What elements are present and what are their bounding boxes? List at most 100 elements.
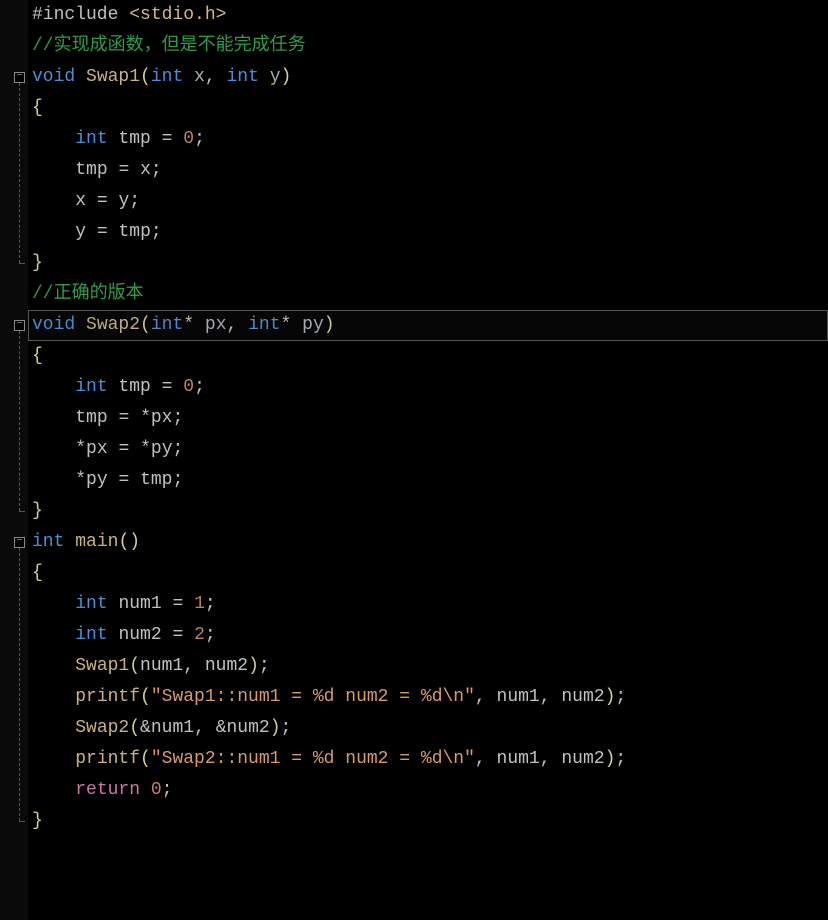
token-comment: //正确的版本 [32,284,144,304]
token-punct [86,222,97,242]
token-paren: ( [140,687,151,707]
token-punct [140,780,151,800]
token-punct: , [183,656,205,676]
token-punct [183,594,194,614]
code-line[interactable]: //实现成函数，但是不能完成任务 [28,31,828,62]
token-var: y [75,222,86,242]
code-line[interactable]: x = y; [28,186,828,217]
token-punct [172,129,183,149]
token-punct [151,377,162,397]
code-line[interactable]: int num2 = 2; [28,620,828,651]
token-num: 0 [183,129,194,149]
token-op: = [118,470,129,490]
token-return: return [75,780,140,800]
token-punct [129,160,140,180]
code-line[interactable]: *px = *py; [28,434,828,465]
token-type: int [227,67,259,87]
token-punct: , [205,67,227,87]
token-punct [108,439,119,459]
code-line[interactable]: int tmp = 0; [28,372,828,403]
code-line[interactable]: int main() [28,527,828,558]
token-type: int [151,67,183,87]
token-punct: ; [129,191,140,211]
code-line[interactable]: //正确的版本 [28,279,828,310]
token-num: 0 [183,377,194,397]
code-line[interactable]: return 0; [28,775,828,806]
token-brace: } [32,501,43,521]
code-line[interactable]: } [28,248,828,279]
token-punct [108,625,119,645]
token-op: * [281,315,292,335]
code-line[interactable]: void Swap2(int* px, int* py) [28,310,828,341]
code-area[interactable]: #include <stdio.h>//实现成函数，但是不能完成任务void S… [28,0,828,837]
token-func: Swap1 [86,67,140,87]
token-var: tmp [140,470,172,490]
code-line[interactable]: printf("Swap2::num1 = %d num2 = %d\n", n… [28,744,828,775]
code-line[interactable]: tmp = x; [28,155,828,186]
token-brace: } [32,253,43,273]
token-type: int [75,625,107,645]
code-line[interactable]: } [28,806,828,837]
token-var: num1 [497,687,540,707]
token-op: * [140,439,151,459]
token-punct [194,315,205,335]
token-punct [108,377,119,397]
code-line[interactable]: { [28,93,828,124]
token-op: = [97,222,108,242]
token-var: px [86,439,108,459]
code-line[interactable]: int tmp = 0; [28,124,828,155]
token-punct [108,594,119,614]
token-op: = [118,160,129,180]
token-punct: ; [151,222,162,242]
token-punct [162,594,173,614]
code-line[interactable]: Swap1(num1, num2); [28,651,828,682]
token-func: printf [75,687,140,707]
code-editor[interactable]: −−− #include <stdio.h>//实现成函数，但是不能完成任务vo… [0,0,828,920]
token-func: Swap2 [75,718,129,738]
token-var: x [140,160,151,180]
token-punct: ; [194,377,205,397]
code-line[interactable]: printf("Swap1::num1 = %d num2 = %d\n", n… [28,682,828,713]
token-var: num2 [561,749,604,769]
code-line[interactable]: int num1 = 1; [28,589,828,620]
code-line[interactable]: { [28,341,828,372]
code-line[interactable]: *py = tmp; [28,465,828,496]
token-punct [75,315,86,335]
token-func: Swap2 [86,315,140,335]
token-var: num1 [151,718,194,738]
token-punct: , [227,315,249,335]
token-punct: , [475,749,497,769]
token-param: y [270,67,281,87]
token-punct: ; [194,129,205,149]
token-punct [108,160,119,180]
fold-toggle-icon[interactable]: − [14,72,25,83]
code-line[interactable]: tmp = *px; [28,403,828,434]
fold-toggle-icon[interactable]: − [14,320,25,331]
token-punct: , [540,687,562,707]
token-punct: ; [205,625,216,645]
token-punct [151,129,162,149]
token-op: = [118,439,129,459]
fold-toggle-icon[interactable]: − [14,537,25,548]
token-var: tmp [75,408,107,428]
token-var: num2 [561,687,604,707]
code-line[interactable]: y = tmp; [28,217,828,248]
token-punct [129,408,140,428]
token-punct [129,439,140,459]
code-line[interactable]: { [28,558,828,589]
code-line[interactable]: } [28,496,828,527]
code-line[interactable]: void Swap1(int x, int y) [28,62,828,93]
token-param: px [205,315,227,335]
token-var: tmp [75,160,107,180]
token-paren: () [118,532,140,552]
token-var: py [151,439,173,459]
code-line[interactable]: Swap2(&num1, &num2); [28,713,828,744]
fold-end-tick [19,263,25,264]
token-punct [108,222,119,242]
token-punct [64,532,75,552]
token-punct: ; [615,749,626,769]
token-op: = [172,594,183,614]
token-punct: ; [172,408,183,428]
token-var: x [75,191,86,211]
code-line[interactable]: #include <stdio.h> [28,0,828,31]
